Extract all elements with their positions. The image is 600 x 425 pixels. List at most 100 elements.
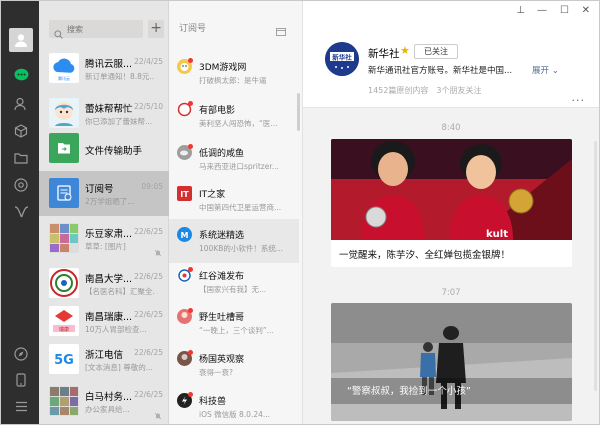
sub-preview: 【国家兴有我】无... (199, 285, 267, 294)
message-time: 7:07 (441, 288, 461, 298)
chat-name: 文件传输助手 (85, 146, 143, 157)
account-stats: 1452篇原创内容 3个朋友关注 (368, 86, 482, 95)
sub-item-ithome[interactable]: IT IT之家 中国第四代卫星运营商... (169, 178, 299, 222)
favorites-icon[interactable] (13, 123, 29, 139)
chat-preview: 草草: [图片] (85, 242, 126, 251)
discover-icon[interactable] (13, 346, 29, 362)
unread-dot (188, 308, 193, 313)
chat-preview: 【名医名科】汇聚全... (85, 287, 155, 296)
telecom-5g-avatar: 5G (49, 344, 79, 374)
unread-dot (188, 267, 193, 272)
phone-icon[interactable] (13, 372, 29, 388)
article-card[interactable]: kult 一觉醒来，陈芋汐、全红婵包揽金银牌！ (331, 139, 572, 267)
ithome-avatar: IT (177, 186, 192, 201)
maximize-button[interactable]: ☐ (560, 5, 569, 16)
chat-name: 白马村务... (85, 392, 133, 403)
sub-preview: iOS 微信版 8.0.24... (199, 410, 271, 419)
unread-dot (188, 58, 193, 63)
chat-preview: 新订单通知！8.8元... (85, 72, 155, 81)
mini-program-icon[interactable] (13, 204, 29, 220)
chat-item-baima[interactable]: 白马村务... 22/6/25 办公家具给... (39, 379, 169, 424)
minimize-button[interactable]: — (537, 5, 547, 16)
folder-icon[interactable] (13, 150, 29, 166)
expand-label: 展开 (532, 66, 550, 76)
svg-text:M: M (181, 231, 189, 240)
unread-dot (188, 392, 193, 397)
sub-name: IT之家 (199, 190, 226, 200)
chat-preview: [文本消息] 尊敬的... (85, 363, 153, 372)
chat-name: 浙江电信 (85, 350, 124, 361)
sub-preview: 打破枫太郎：是牛逼 (199, 76, 267, 85)
svg-text:瑞康: 瑞康 (59, 326, 69, 333)
svg-text:5G: 5G (54, 353, 74, 368)
expand-link[interactable]: 展开 ⌄ (532, 64, 559, 76)
leimei-avatar (49, 98, 79, 128)
account-description: 新华通讯社官方账号。新华社是中国... (368, 66, 513, 76)
mute-bell-icon (154, 405, 162, 424)
sub-name: 低调的咸鱼 (199, 149, 245, 159)
menu-icon[interactable] (13, 398, 29, 414)
ruikang-avatar: 瑞康 (49, 306, 79, 336)
image-text: kult (486, 229, 508, 240)
sub-name: 野生吐槽哥 (199, 313, 245, 323)
sub-name: 系统迷精选 (199, 231, 245, 241)
sub-item-kejishou[interactable]: 科技兽 iOS 微信版 8.0.24... (169, 385, 299, 424)
sub-item-fish[interactable]: 低调的咸鱼 马来西亚进口spritzer... (169, 137, 299, 181)
group-avatar (49, 386, 79, 416)
star-icon: ★ (400, 44, 410, 57)
chat-preview: 10万人胃部检查... (85, 325, 147, 334)
sub-name: 有部电影 (199, 106, 236, 116)
search-input[interactable] (67, 21, 141, 37)
chat-item-file-transfer[interactable]: 文件传输助手 (39, 126, 169, 171)
chat-name: 订阅号 (85, 184, 114, 195)
file-transfer-avatar (49, 133, 79, 163)
feed-scrollbar[interactable] (594, 141, 597, 391)
pin-icon[interactable]: ⊥ (516, 5, 525, 16)
sub-name: 红谷滩发布 (199, 272, 245, 282)
chevron-down-icon: ⌄ (549, 66, 559, 76)
chat-time: 22/5/10 (134, 102, 163, 111)
chat-icon[interactable] (13, 67, 29, 83)
user-avatar[interactable] (9, 28, 33, 52)
sub-name: 科技兽 (199, 397, 227, 407)
subscriptions-avatar (49, 178, 79, 208)
window-icon[interactable] (276, 21, 286, 40)
more-icon[interactable]: ··· (572, 94, 586, 107)
chat-name: 腾讯云服... (85, 59, 133, 70)
sub-preview: 100KB的小软件！系统... (199, 244, 284, 253)
sub-item-movie[interactable]: 有部电影 美利坚人闯恐怖，“医... (169, 94, 299, 138)
followed-button[interactable]: 已关注 (414, 44, 458, 59)
chat-name: 南昌瑞康... (85, 312, 133, 323)
article-feed: ⊥ — ☐ ✕ 新华社 新华社 ★ 已关注 新华通讯社官方账号。新华社是中国..… (303, 1, 599, 424)
contacts-icon[interactable] (13, 96, 29, 112)
chat-time: 22/6/25 (134, 310, 163, 319)
search-box[interactable] (49, 20, 144, 39)
moments-icon[interactable] (13, 177, 29, 193)
account-header: ⊥ — ☐ ✕ 新华社 新华社 ★ 已关注 新华通讯社官方账号。新华社是中国..… (303, 1, 599, 108)
sub-item-yangguoying[interactable]: 杨国英观察 衰得一衰? (169, 343, 299, 387)
article-image (331, 303, 572, 421)
chat-item-subscriptions[interactable]: 订阅号 09:05 2万学姐晒了... (39, 171, 169, 216)
sub-item-honggutan[interactable]: 红谷滩发布 【国家兴有我】无... (169, 260, 299, 304)
mute-bell-icon (154, 242, 162, 261)
chat-item-ledou[interactable]: 乐豆家肃... 22/6/25 草草: [图片] (39, 216, 169, 261)
chat-item-tencent-cloud[interactable]: 腾讯云 腾讯云服... 22/4/25 新订单通知！8.8元... (39, 46, 169, 91)
chat-item-zj-telecom[interactable]: 5G 浙江电信 22/6/25 [文本消息] 尊敬的... (39, 337, 169, 382)
article-card[interactable]: “警察叔叔，我捡到一个小孩” (331, 303, 572, 421)
sub-item-3dm[interactable]: 3DM游戏网 打破枫太郎：是牛逼 (169, 51, 299, 95)
subscription-list: 订阅号 3DM游戏网 打破枫太郎：是牛逼 有部电影 美利坚人闯恐怖，“医... … (169, 1, 303, 424)
nav-rail (1, 1, 39, 424)
unread-dot (188, 101, 193, 106)
add-button[interactable]: + (148, 20, 164, 38)
subscription-title: 订阅号 (179, 24, 207, 34)
search-row: + (49, 20, 164, 40)
close-button[interactable]: ✕ (582, 5, 590, 16)
logo-text: 新华社 (332, 53, 352, 62)
tencent-cloud-avatar: 腾讯云 (49, 53, 79, 83)
chat-time: 22/6/25 (134, 348, 163, 357)
sub-item-xitongmi[interactable]: M 系统迷精选 100KB的小软件！系统... (169, 219, 299, 263)
sub-preview: 马来西亚进口spritzer... (199, 162, 279, 171)
svg-text:IT: IT (180, 190, 189, 199)
sub-item-tucaoge[interactable]: 野生吐槽哥 “一晚上，三个谈判”... (169, 301, 299, 345)
unread-dot (188, 350, 193, 355)
